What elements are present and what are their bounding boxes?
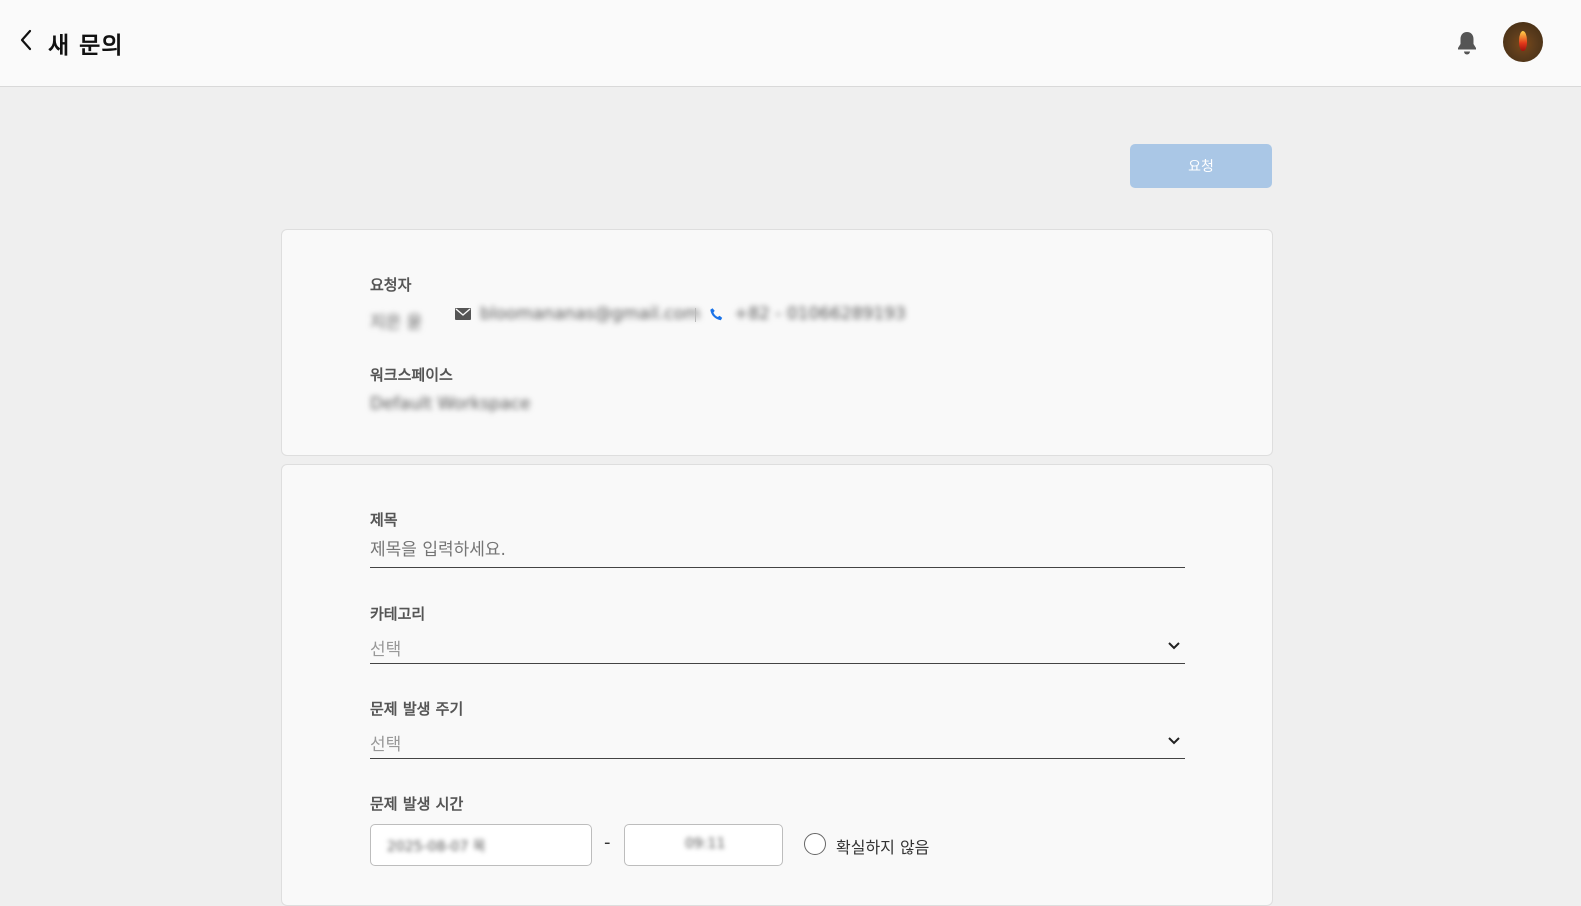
inquiry-form-card: 제목 카테고리 선택 문제 발생 주기 선택 문제 발생 시간 2025-08-… bbox=[281, 464, 1273, 906]
submit-request-button[interactable]: 요청 bbox=[1130, 144, 1272, 188]
chevron-down-icon bbox=[1168, 737, 1180, 745]
time-value: 09:11 bbox=[685, 836, 726, 852]
mail-icon bbox=[455, 308, 471, 320]
avatar-image bbox=[1519, 31, 1527, 51]
requester-info-card: 요청자 지은 윤 bloomananas@gmail.com +82 - 010… bbox=[281, 229, 1273, 456]
range-separator: - bbox=[604, 832, 611, 853]
phone-icon bbox=[710, 308, 723, 321]
frequency-select-value: 선택 bbox=[370, 735, 402, 755]
unsure-radio[interactable] bbox=[804, 833, 826, 855]
requester-name: 지은 윤 bbox=[370, 313, 423, 333]
requester-email: bloomananas@gmail.com bbox=[480, 304, 701, 324]
title-label: 제목 bbox=[370, 511, 398, 529]
frequency-select[interactable]: 선택 bbox=[370, 724, 1185, 759]
divider bbox=[695, 308, 696, 322]
top-bar: 새 문의 bbox=[0, 0, 1581, 87]
workspace-label: 워크스페이스 bbox=[370, 366, 453, 384]
bell-icon[interactable] bbox=[1455, 30, 1479, 56]
unsure-label: 확실하지 않음 bbox=[836, 838, 930, 857]
chevron-left-icon[interactable] bbox=[16, 28, 38, 52]
time-picker[interactable]: 09:11 bbox=[624, 824, 783, 866]
occurrence-time-label: 문제 발생 시간 bbox=[370, 795, 464, 813]
date-value: 2025-08-07 목 bbox=[387, 839, 486, 855]
title-input[interactable] bbox=[370, 533, 1185, 568]
page-title: 새 문의 bbox=[48, 33, 124, 59]
avatar[interactable] bbox=[1503, 22, 1543, 62]
category-label: 카테고리 bbox=[370, 605, 426, 623]
category-select[interactable]: 선택 bbox=[370, 629, 1185, 664]
requester-phone: +82 - 01066289193 bbox=[734, 304, 906, 324]
category-select-value: 선택 bbox=[370, 640, 402, 660]
frequency-label: 문제 발생 주기 bbox=[370, 700, 464, 718]
date-picker[interactable]: 2025-08-07 목 bbox=[370, 824, 592, 866]
requester-label: 요청자 bbox=[370, 276, 412, 294]
chevron-down-icon bbox=[1168, 642, 1180, 650]
workspace-value: Default Workspace bbox=[370, 394, 531, 414]
